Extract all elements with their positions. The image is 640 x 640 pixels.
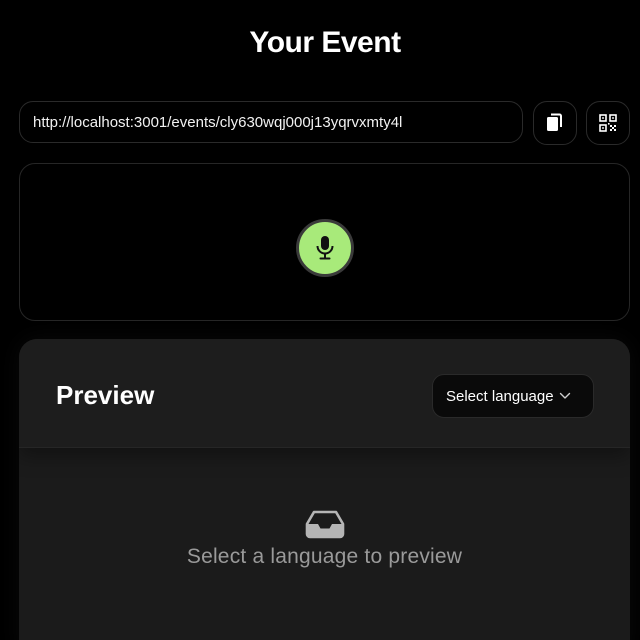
- qr-code-icon: [599, 114, 617, 132]
- preview-card: Preview Select language Select a languag…: [19, 339, 630, 640]
- inbox-icon: [305, 510, 344, 539]
- qr-code-button[interactable]: [586, 101, 630, 145]
- chevron-down-icon: [559, 392, 570, 399]
- preview-empty-state: Select a language to preview: [19, 509, 630, 569]
- page-title: Your Event: [249, 26, 401, 59]
- microphone-icon: [316, 236, 334, 260]
- language-select[interactable]: Select language: [432, 374, 594, 418]
- copy-link-button[interactable]: [533, 101, 577, 145]
- event-url-field[interactable]: http://localhost:3001/events/cly630wqj00…: [19, 101, 523, 143]
- copy-icon: [547, 113, 562, 131]
- record-button[interactable]: [296, 219, 354, 277]
- language-select-label: Select language: [446, 387, 554, 405]
- recording-panel: [19, 163, 630, 321]
- event-url-text: http://localhost:3001/events/cly630wqj00…: [33, 113, 403, 131]
- preview-title: Preview: [56, 380, 155, 410]
- event-link-row: http://localhost:3001/events/cly630wqj00…: [19, 101, 640, 145]
- preview-empty-message: Select a language to preview: [186, 545, 463, 568]
- event-page: Your Event http://localhost:3001/events/…: [0, 0, 640, 640]
- preview-header: Preview Select language: [19, 339, 630, 448]
